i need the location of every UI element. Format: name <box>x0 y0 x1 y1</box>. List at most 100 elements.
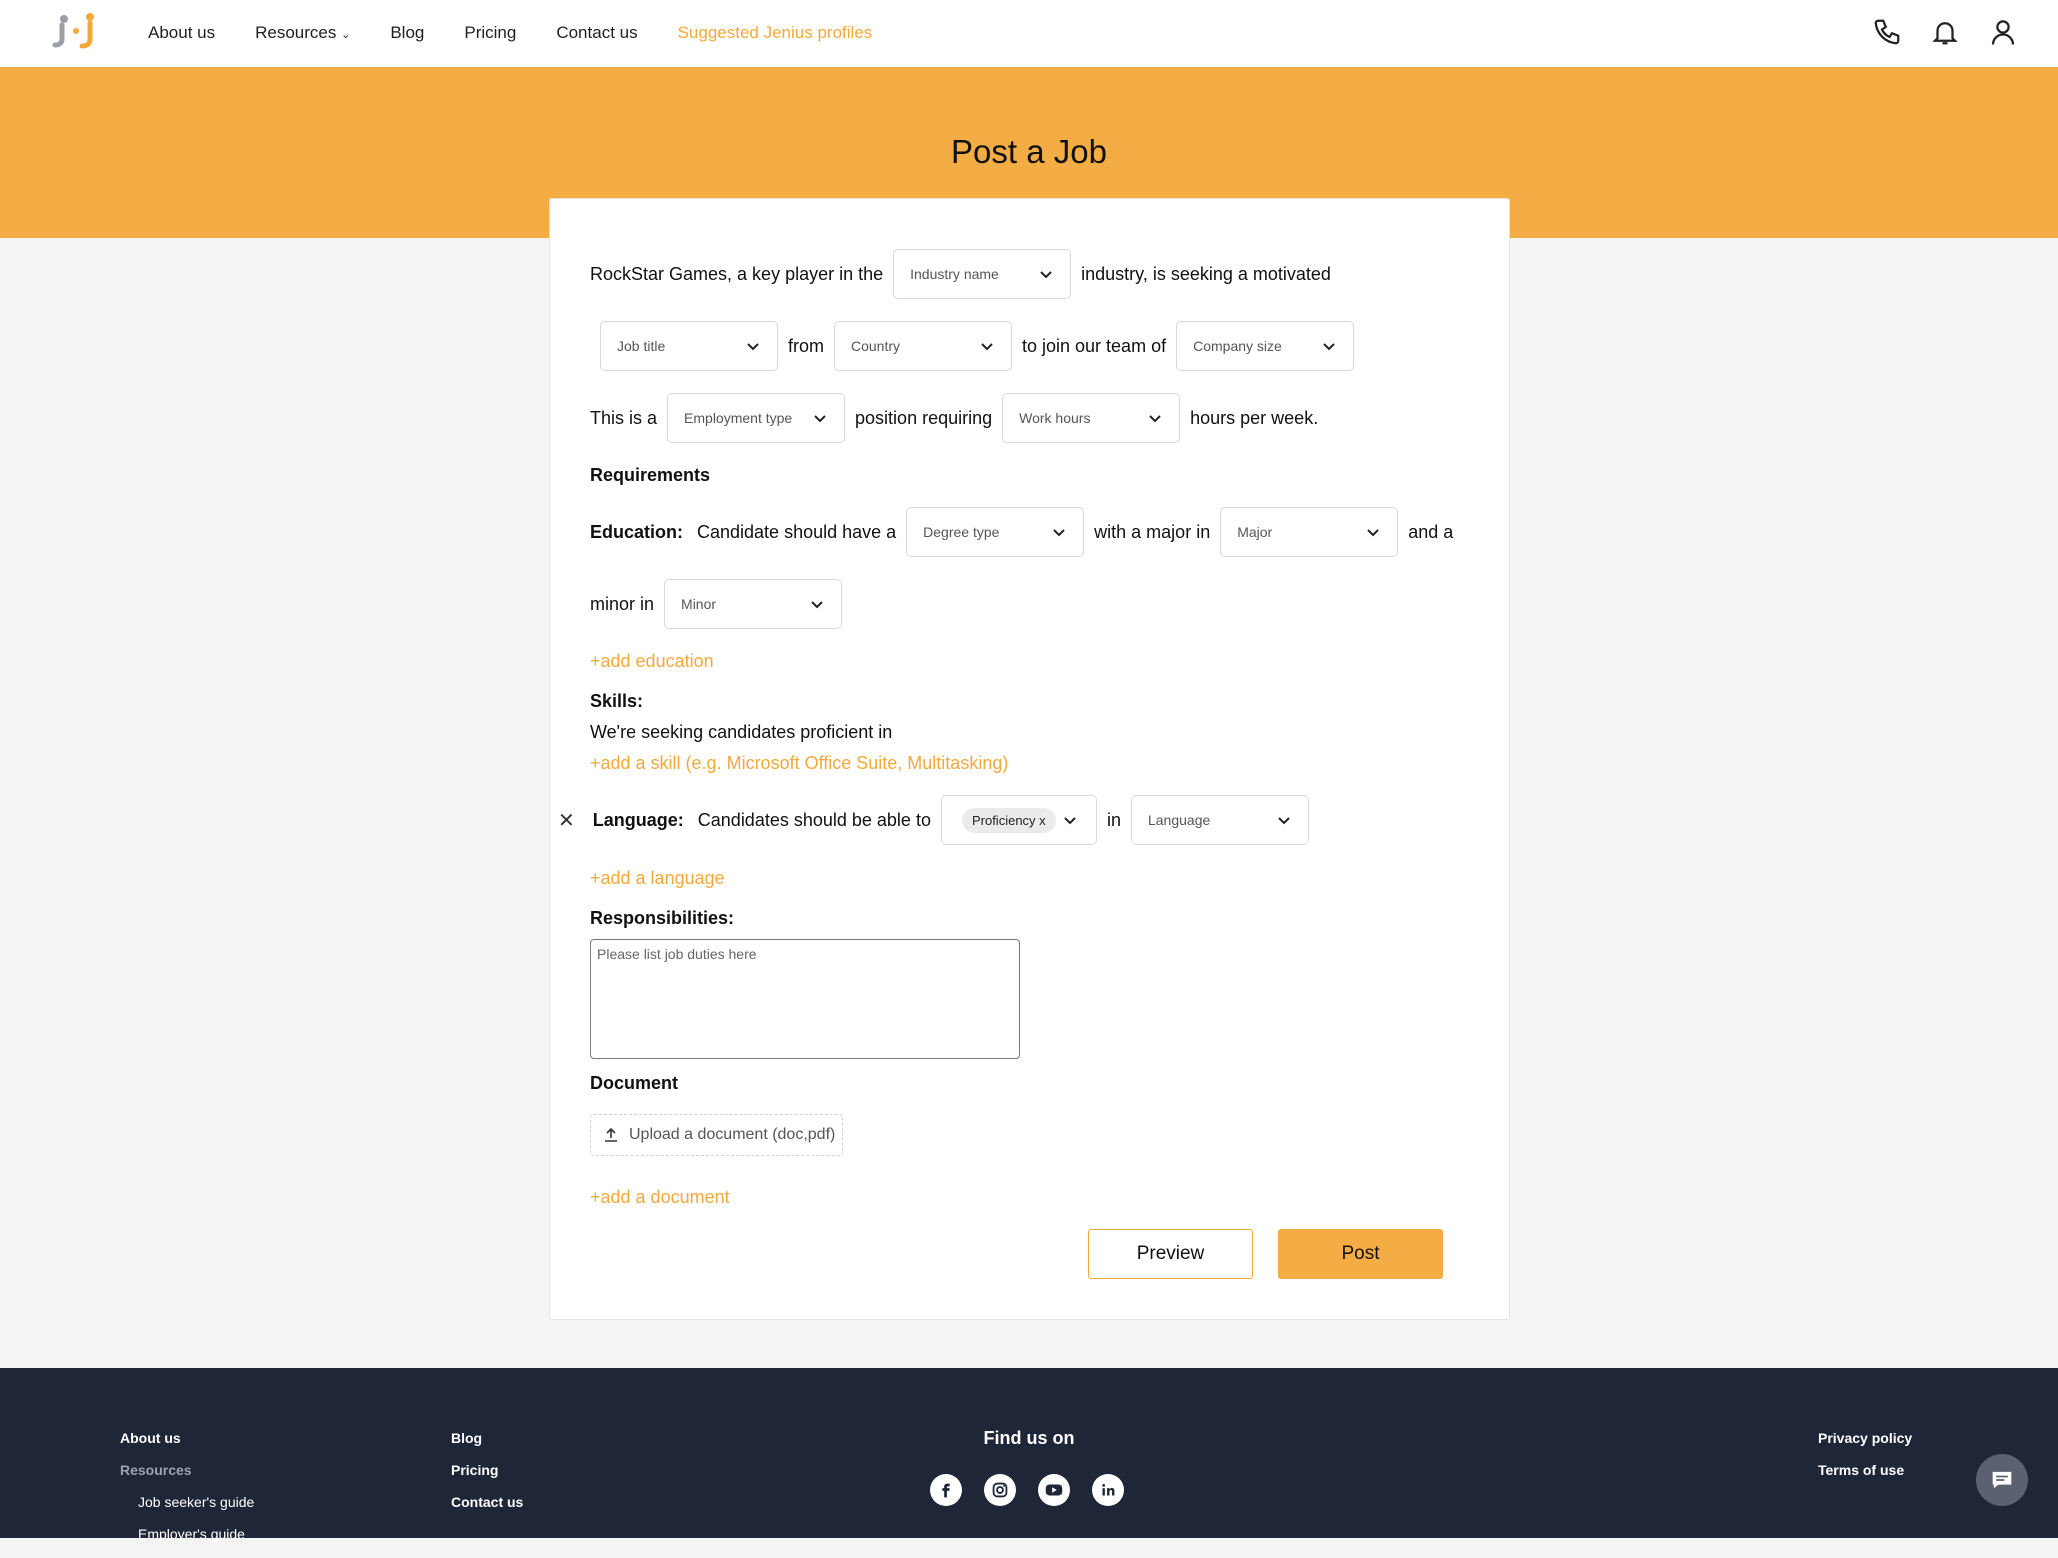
language-row: ✕ Language: Candidates should be able to… <box>558 795 1309 845</box>
education-text: Candidate should have a <box>697 521 897 542</box>
employment-type-select[interactable]: Employment type <box>667 393 846 443</box>
nav-suggested-profiles[interactable]: Suggested Jenius profiles <box>678 23 873 43</box>
intro-suffix: industry, is seeking a motivated <box>1081 263 1331 284</box>
upload-icon <box>605 1127 617 1142</box>
chip-remove-icon[interactable]: x <box>1039 813 1046 828</box>
chevron-down-icon <box>1323 343 1335 351</box>
footer-terms-of-use[interactable]: Terms of use <box>1818 1462 1912 1478</box>
bell-icon[interactable] <box>1930 17 1960 47</box>
preview-button[interactable]: Preview <box>1088 1229 1253 1279</box>
chevron-down-icon <box>1064 817 1076 825</box>
work-hours-placeholder: Work hours <box>1019 410 1091 426</box>
proficiency-chip-label: Proficiency <box>971 812 1036 828</box>
language-select[interactable]: Language <box>1130 795 1309 845</box>
add-skill-link[interactable]: +add a skill (e.g. Microsoft Office Suit… <box>590 753 1008 774</box>
industry-placeholder: Industry name <box>910 266 999 282</box>
chevron-down-icon <box>814 415 826 423</box>
logo[interactable] <box>52 9 102 51</box>
chat-icon <box>1992 1471 2012 1489</box>
nav-pricing[interactable]: Pricing <box>464 23 516 43</box>
close-icon[interactable]: ✕ <box>558 808 575 833</box>
add-language-link[interactable]: +add a language <box>590 868 725 889</box>
language-label: Language: <box>592 809 684 830</box>
language-text: Candidates should be able to <box>697 809 931 830</box>
minor-select[interactable]: Minor <box>664 579 843 629</box>
phone-icon[interactable] <box>1872 17 1902 47</box>
skills-text: We're seeking candidates proficient in <box>590 722 893 742</box>
country-placeholder: Country <box>851 338 901 354</box>
this-is-a-text: This is a <box>590 407 658 428</box>
minor-row: minor in Minor <box>590 579 843 629</box>
chevron-down-icon <box>1053 529 1065 537</box>
work-hours-select[interactable]: Work hours <box>1002 393 1181 443</box>
degree-type-select[interactable]: Degree type <box>906 507 1085 557</box>
requiring-text: position requiring <box>855 407 993 428</box>
nav-contact-us[interactable]: Contact us <box>556 23 637 43</box>
footer-resources[interactable]: Resources <box>120 1462 254 1478</box>
document-label: Document <box>590 1073 679 1093</box>
chevron-down-icon <box>1278 817 1290 825</box>
post-button[interactable]: Post <box>1278 1229 1443 1279</box>
company-size-select[interactable]: Company size <box>1176 321 1355 371</box>
add-document-link[interactable]: +add a document <box>590 1187 730 1208</box>
facebook-icon[interactable] <box>930 1474 962 1506</box>
page-title: Post a Job <box>951 133 1107 170</box>
responsibilities-label: Responsibilities: <box>590 908 735 928</box>
from-text: from <box>788 335 824 356</box>
proficiency-select[interactable]: Proficiency x <box>940 795 1097 845</box>
nav-resources-label: Resources <box>255 22 337 42</box>
find-us-heading: Find us on <box>983 1428 1075 1448</box>
nav-blog[interactable]: Blog <box>390 23 424 43</box>
chevron-down-icon <box>747 343 759 351</box>
proficiency-chip[interactable]: Proficiency x <box>961 807 1056 833</box>
job-row: Job title from Country to join our team … <box>600 321 1355 371</box>
degree-type-placeholder: Degree type <box>923 524 1000 540</box>
add-education-link[interactable]: +add education <box>590 651 714 672</box>
job-title-placeholder: Job title <box>617 338 666 354</box>
footer-col-1: About us Resources Job seeker's guide Em… <box>120 1430 254 1558</box>
footer-pricing[interactable]: Pricing <box>451 1462 523 1478</box>
employment-type-placeholder: Employment type <box>684 410 793 426</box>
chevron-down-icon <box>1367 529 1379 537</box>
footer-privacy-policy[interactable]: Privacy policy <box>1818 1430 1912 1446</box>
footer-contact-us[interactable]: Contact us <box>451 1494 523 1510</box>
job-title-select[interactable]: Job title <box>600 321 778 371</box>
user-icon[interactable] <box>1988 17 2018 47</box>
footer-job-seekers-guide[interactable]: Job seeker's guide <box>138 1494 254 1510</box>
instagram-icon[interactable] <box>984 1474 1016 1506</box>
intro-text: RockStar Games, a key player in the <box>590 263 884 284</box>
responsibilities-textarea[interactable]: Please list job duties here <box>590 939 1020 1059</box>
nav-about-us[interactable]: About us <box>148 23 215 43</box>
with-major-text: with a major in <box>1094 521 1211 542</box>
major-select[interactable]: Major <box>1220 507 1399 557</box>
footer-employers-guide[interactable]: Employer's guide <box>138 1526 254 1542</box>
requirements-heading: Requirements <box>590 465 711 485</box>
industry-select[interactable]: Industry name <box>893 249 1072 299</box>
youtube-icon[interactable] <box>1038 1474 1070 1506</box>
upload-document-button[interactable]: Upload a document (doc,pdf) <box>590 1114 843 1156</box>
footer-col-4: Privacy policy Terms of use <box>1818 1430 1912 1494</box>
industry-row: RockStar Games, a key player in the Indu… <box>590 249 1341 299</box>
in-text: in <box>1106 809 1121 830</box>
country-select[interactable]: Country <box>834 321 1012 371</box>
linkedin-icon[interactable] <box>1092 1474 1124 1506</box>
job-form-card: RockStar Games, a key player in the Indu… <box>549 198 1510 1320</box>
upload-label: Upload a document (doc,pdf) <box>629 1126 836 1143</box>
skills-label: Skills: <box>590 691 644 711</box>
major-placeholder: Major <box>1237 524 1273 540</box>
join-text: to join our team of <box>1022 335 1167 356</box>
education-row: Education: Candidate should have a Degre… <box>590 507 1463 557</box>
chevron-down-icon <box>1149 415 1161 423</box>
company-size-placeholder: Company size <box>1193 338 1282 354</box>
chevron-down-icon <box>811 601 823 609</box>
chevron-down-icon <box>981 343 993 351</box>
chevron-down-icon <box>1040 271 1052 279</box>
language-placeholder: Language <box>1147 812 1211 828</box>
minor-placeholder: Minor <box>681 596 717 612</box>
top-navbar: About us Resources ⌄ Blog Pricing Contac… <box>0 0 2058 68</box>
minor-in-text: minor in <box>590 593 655 614</box>
nav-resources[interactable]: Resources ⌄ <box>255 23 350 43</box>
social-links <box>930 1474 1124 1506</box>
footer: About us Resources Job seeker's guide Em… <box>0 1368 2058 1542</box>
chat-button[interactable] <box>1976 1454 2028 1506</box>
